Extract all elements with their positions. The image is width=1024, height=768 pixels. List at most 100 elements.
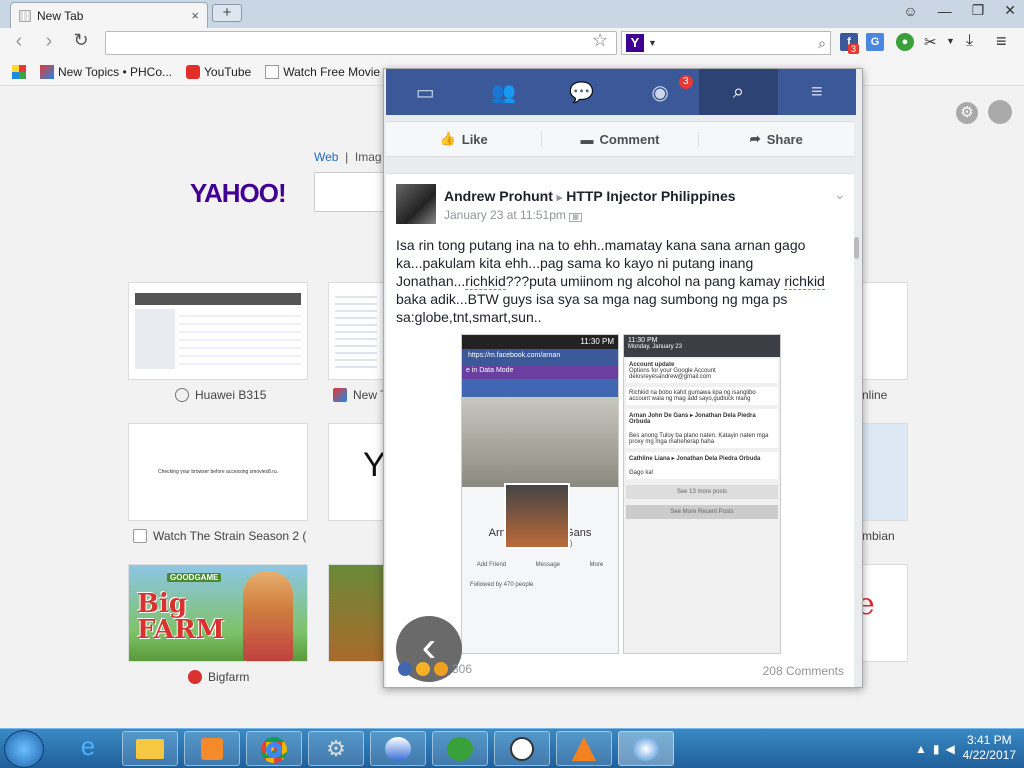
back-icon[interactable]: ‹ [8, 30, 30, 53]
tile-label: Watch The Strain Season 2 ( [133, 529, 306, 543]
facebook-nav-bar: ▭ 👥 💬 ◉ 3 ⌕ ≡ [386, 69, 856, 115]
tile-zombian[interactable] [862, 423, 908, 521]
thumbs-up-icon: 👍 [439, 131, 456, 146]
forward-icon[interactable]: › [38, 30, 60, 53]
eagle-app-icon[interactable] [370, 731, 426, 766]
tile-opera[interactable]: e [862, 564, 908, 662]
settings-app-icon[interactable]: ⚙ [308, 731, 364, 766]
group-link[interactable]: HTTP Injector Philippines [566, 188, 735, 204]
share-icon: ➦ [749, 131, 761, 146]
search-icon[interactable]: ⌕ [699, 69, 778, 115]
tile-online[interactable] [862, 282, 908, 380]
tile-yo[interactable]: Yo [328, 423, 384, 521]
profile-picture [504, 483, 570, 549]
scrollbar[interactable] [854, 237, 859, 259]
window-controls: ☺ — ❐ ✕ [903, 2, 1016, 19]
reload-icon[interactable]: ↻ [70, 30, 92, 51]
post-time[interactable]: January 23 at 11:51pm ▦ [444, 208, 582, 222]
clock[interactable]: 3:41 PM 4/22/2017 [963, 733, 1016, 763]
ie-icon[interactable]: e [60, 731, 116, 766]
search-icon[interactable]: ⌕ [818, 35, 826, 52]
download-icon[interactable]: ⤓ [966, 32, 973, 50]
tile-huawei[interactable] [128, 282, 308, 380]
download-manager-icon[interactable] [432, 731, 488, 766]
minimize-button[interactable]: — [938, 3, 952, 19]
chevron-up-icon[interactable]: ▲ [915, 742, 927, 756]
fb-ext-badge: 3 [848, 44, 860, 54]
yahoo-search-box[interactable]: Y ▼ ⌕ [621, 31, 831, 55]
notification-badge: 3 [678, 75, 693, 89]
yahoo-icon: Y [626, 34, 644, 52]
bookmark-watch-free-movie[interactable]: Watch Free Movie [265, 64, 380, 79]
hashtag-link[interactable]: richkid [784, 273, 825, 290]
tile-label: Bigfarm [188, 670, 249, 684]
apps-icon[interactable] [12, 64, 26, 79]
like-button[interactable]: 👍 Like [386, 131, 543, 147]
ntp-search-input[interactable] [314, 172, 394, 212]
yahoo-logo: YAHOO! [190, 178, 287, 208]
post-actions-bar: 👍 Like ▬ Comment ➦ Share [386, 121, 854, 157]
page-icon [19, 9, 31, 22]
close-tab-icon[interactable]: × [191, 8, 199, 23]
notifications-icon[interactable]: ◉ 3 [621, 69, 699, 115]
post-image-1[interactable]: 11:30 PM https://m.facebook.com/arnan e … [461, 334, 619, 654]
clock-app-icon[interactable] [494, 731, 550, 766]
tile-phcorner[interactable] [328, 282, 384, 380]
post-header: Andrew Prohunt ▸ HTTP Injector Philippin… [444, 188, 736, 204]
tile-label: nline [862, 388, 888, 402]
post-card: Andrew Prohunt ▸ HTTP Injector Philippin… [386, 173, 854, 687]
chevron-down-icon[interactable]: ▼ [648, 38, 814, 48]
chevron-down-icon[interactable]: ▼ [946, 36, 955, 46]
share-button[interactable]: ➦ Share [699, 131, 854, 147]
browser-app-icon[interactable] [618, 731, 674, 766]
scissors-icon[interactable]: ✂ [924, 33, 937, 51]
network-icon[interactable]: ▮ [933, 742, 940, 756]
tile-bigfarm[interactable]: GOODGAME Big FARM [128, 564, 308, 662]
audience-icon: ▦ [569, 213, 582, 222]
hashtag-link[interactable]: richkid [465, 273, 506, 290]
tile-game-2[interactable] [328, 564, 384, 662]
adblock-icon[interactable]: ● [896, 33, 914, 51]
tab-title: New Tab [37, 8, 84, 23]
tile-label: New T [333, 388, 387, 402]
close-window-button[interactable]: ✕ [1004, 2, 1016, 19]
tile-label: Huawei B315 [175, 388, 266, 402]
translate-icon[interactable]: G [866, 33, 884, 51]
gear-icon[interactable]: ⚙ [956, 102, 978, 124]
address-bar[interactable] [105, 31, 617, 55]
haha-reaction-icon [416, 662, 430, 676]
menu-icon[interactable]: ≡ [778, 69, 856, 115]
tab-images[interactable]: Imag [355, 150, 382, 164]
author-link[interactable]: Andrew Prohunt [444, 188, 553, 204]
post-image-2[interactable]: 11:30 PM Monday, January 23 Account upda… [623, 334, 781, 654]
messages-icon[interactable]: 💬 [543, 69, 621, 115]
avatar[interactable] [396, 184, 436, 224]
comment-button[interactable]: ▬ Comment [542, 131, 699, 147]
system-tray: ▲ ▮ ◀ [915, 742, 955, 756]
bookmark-star-icon[interactable]: ☆ [592, 30, 608, 51]
tab-new-tab[interactable]: New Tab × [10, 2, 208, 28]
menu-icon[interactable]: ≡ [996, 31, 1007, 52]
account-icon[interactable] [988, 100, 1012, 124]
chevron-down-icon[interactable]: ⌄ [834, 186, 846, 203]
maximize-button[interactable]: ❐ [972, 2, 985, 19]
bookmark-phcorner[interactable]: New Topics • PHCo... [40, 64, 172, 79]
tile-label: mbian [862, 529, 895, 543]
profile-icon[interactable]: ☺ [903, 3, 917, 19]
reaction-summary[interactable]: 306 [398, 662, 472, 676]
arrow-icon: ▸ [556, 192, 563, 204]
comment-count[interactable]: 208 Comments [763, 664, 844, 678]
comment-icon: ▬ [580, 131, 594, 147]
new-tab-button[interactable]: + [212, 4, 242, 22]
start-button[interactable] [4, 730, 44, 768]
bookmark-youtube[interactable]: YouTube [186, 64, 251, 79]
news-feed-icon[interactable]: ▭ [386, 69, 464, 115]
chrome-icon[interactable] [246, 731, 302, 766]
media-player-icon[interactable] [184, 731, 240, 766]
tab-web[interactable]: Web [314, 150, 338, 164]
explorer-icon[interactable] [122, 731, 178, 766]
vlc-icon[interactable] [556, 731, 612, 766]
tile-smovies[interactable]: Checking your browser before accessing s… [128, 423, 308, 521]
friends-icon[interactable]: 👥 [464, 69, 542, 115]
volume-icon[interactable]: ◀ [946, 742, 955, 756]
